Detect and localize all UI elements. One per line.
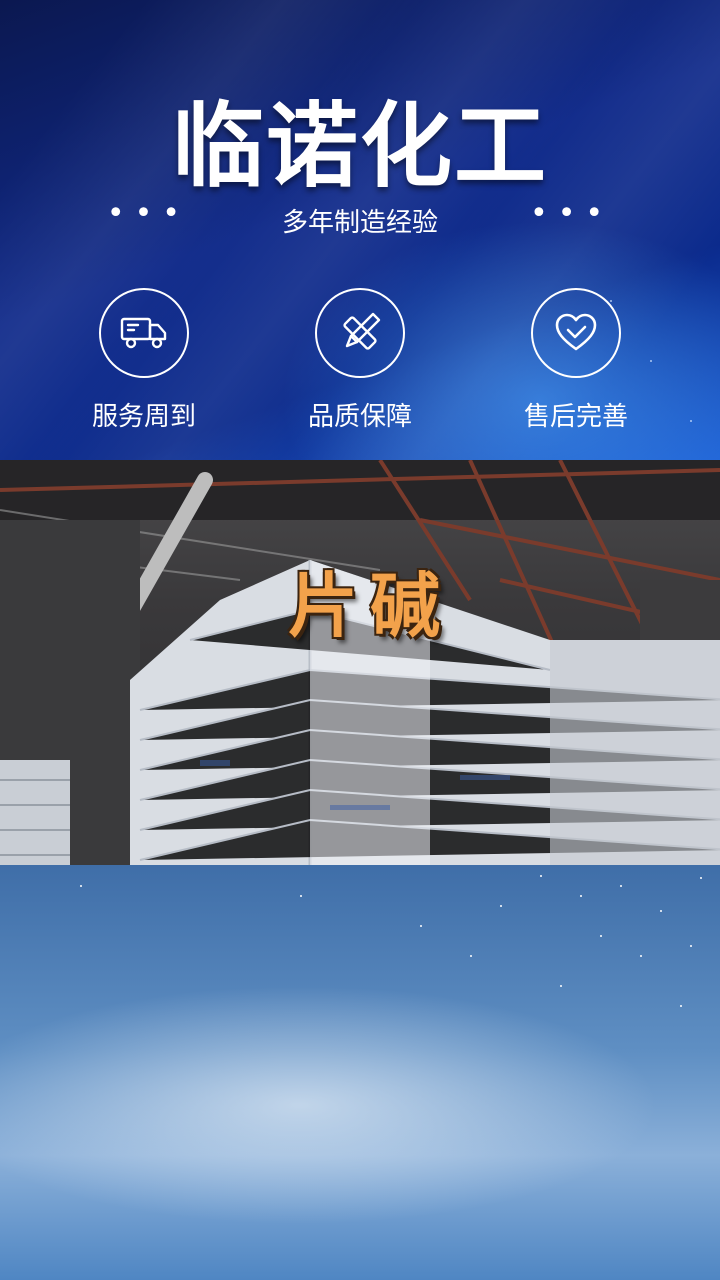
star	[660, 910, 662, 912]
star	[420, 925, 422, 927]
feature-label: 品质保障	[307, 402, 412, 432]
subtitle-row: ••• 多年制造经验 •••	[0, 198, 720, 242]
truck-icon	[99, 288, 189, 378]
star	[680, 1005, 682, 1007]
product-photo: 片碱	[0, 460, 720, 865]
dots-right: •••	[530, 196, 614, 231]
dots-left: •••	[106, 196, 190, 231]
pencil-ruler-icon	[315, 288, 405, 378]
star	[700, 877, 702, 879]
feature-list: 服务周到 品质保障 售后完善	[0, 288, 720, 433]
star	[560, 985, 562, 987]
star	[600, 935, 602, 937]
star	[640, 955, 642, 957]
star	[540, 875, 542, 877]
star	[80, 885, 82, 887]
subtitle: 多年制造经验	[281, 207, 438, 238]
product-name: 片碱	[288, 565, 452, 647]
star	[580, 895, 582, 897]
star	[690, 945, 692, 947]
star	[300, 895, 302, 897]
star	[470, 955, 472, 957]
sky-haze	[0, 985, 660, 1225]
hero-banner: 临诺化工 ••• 多年制造经验 ••• 服务周到 品质保障 售后完善	[0, 0, 720, 460]
feature-label: 售后完善	[523, 402, 628, 432]
feature-quality: 品质保障	[270, 288, 450, 433]
feature-aftersales: 售后完善	[486, 288, 666, 433]
star	[620, 885, 622, 887]
feature-label: 服务周到	[91, 402, 196, 432]
star	[500, 905, 502, 907]
company-title: 临诺化工	[171, 93, 548, 200]
heart-check-icon	[531, 288, 621, 378]
side-bag-stack	[0, 760, 70, 865]
feature-service: 服务周到	[54, 288, 234, 433]
sky-background	[0, 865, 720, 1280]
